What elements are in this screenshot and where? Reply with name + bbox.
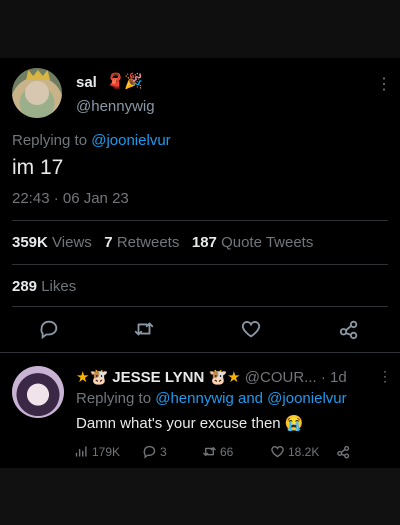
- retweet-icon: [134, 322, 154, 336]
- views-icon: [75, 446, 87, 457]
- reply-replies-count: 3: [160, 444, 167, 459]
- quotes-count[interactable]: 187: [192, 234, 217, 251]
- retweet-icon: [203, 447, 216, 456]
- reply-share-button[interactable]: [336, 444, 351, 459]
- reply-replying-to-link[interactable]: @hennywig and @joonielvur: [155, 390, 346, 407]
- quotes-label[interactable]: Quote Tweets: [221, 234, 313, 251]
- replying-prefix: Replying to: [12, 132, 88, 149]
- user-handle[interactable]: @hennywig: [76, 98, 155, 115]
- reply-age[interactable]: · 1d: [321, 369, 347, 386]
- tweet-timestamp[interactable]: 22:43 · 06 Jan 23: [12, 190, 129, 207]
- crown-graphic: [26, 70, 50, 80]
- top-band: [0, 0, 400, 58]
- divider: [0, 352, 400, 353]
- bottom-band: [0, 468, 400, 525]
- reply-actions: 179K 3 66 18.2K: [74, 444, 374, 462]
- share-icon: [337, 445, 350, 459]
- reply-avatar[interactable]: [12, 366, 64, 418]
- divider: [12, 220, 388, 221]
- more-options-icon[interactable]: ⋮: [376, 74, 392, 94]
- reply-views-button[interactable]: 179K: [74, 444, 120, 459]
- reply-text: Damn what's your excuse then 😭: [76, 415, 304, 432]
- likes-stat[interactable]: 289 Likes: [12, 278, 76, 295]
- likes-label[interactable]: Likes: [41, 278, 76, 295]
- reply-retweet-button[interactable]: 66: [202, 444, 233, 459]
- views-count: 359K: [12, 234, 48, 251]
- reply-more-options-icon[interactable]: ⋮: [378, 368, 392, 385]
- share-icon: [339, 320, 358, 340]
- likes-count[interactable]: 289: [12, 278, 37, 295]
- face-graphic: [25, 81, 49, 105]
- reply-display-name[interactable]: JESSE LYNN: [112, 369, 204, 386]
- like-icon: [271, 446, 284, 458]
- like-icon: [241, 321, 261, 338]
- reply-like-button[interactable]: 18.2K: [270, 444, 319, 459]
- divider: [12, 264, 388, 265]
- reply-views-count: 179K: [92, 444, 121, 459]
- engagement-stats: 359K Views 7 Retweets 187 Quote Tweets: [12, 234, 313, 251]
- reply-replying-to: Replying to @hennywig and @joonielvur: [76, 390, 347, 407]
- reply-likes-count: 18.2K: [288, 444, 320, 459]
- reply-suffix-emoji: 🐮★: [208, 369, 241, 386]
- divider: [12, 306, 388, 307]
- replying-to: Replying to @joonielvur: [12, 132, 171, 149]
- reply-handle[interactable]: @COUR...: [245, 369, 317, 386]
- party-emoji: 🎉: [124, 73, 143, 90]
- reply-retweets-count: 66: [220, 444, 234, 459]
- tweet-text: im 17: [12, 156, 64, 179]
- reply-replying-prefix: Replying to: [76, 390, 152, 407]
- reply-button[interactable]: [38, 318, 62, 342]
- reply-prefix-emoji: ★🐮: [76, 369, 109, 386]
- retweets-label[interactable]: Retweets: [117, 234, 180, 251]
- share-button[interactable]: [338, 318, 362, 342]
- main-tweet: sal 🧣 🎉 @hennywig ⋮ Replying to @jooniel…: [0, 58, 400, 468]
- reply-tweet[interactable]: ★🐮 JESSE LYNN 🐮★ @COUR... · 1d ⋮ Replyin…: [0, 354, 400, 468]
- reply-icon: [143, 445, 156, 459]
- like-button[interactable]: [240, 318, 264, 342]
- retweet-button[interactable]: [133, 318, 157, 342]
- reply-icon: [40, 320, 58, 340]
- retweets-count[interactable]: 7: [104, 234, 112, 251]
- display-name[interactable]: sal: [76, 74, 97, 91]
- replying-to-link[interactable]: @joonielvur: [91, 132, 170, 149]
- reply-header: ★🐮 JESSE LYNN 🐮★ @COUR... · 1d: [76, 368, 347, 386]
- avatar[interactable]: [12, 68, 62, 118]
- reply-reply-button[interactable]: 3: [142, 444, 167, 459]
- views-label: Views: [52, 234, 92, 251]
- scarf-emoji: 🧣: [106, 73, 125, 90]
